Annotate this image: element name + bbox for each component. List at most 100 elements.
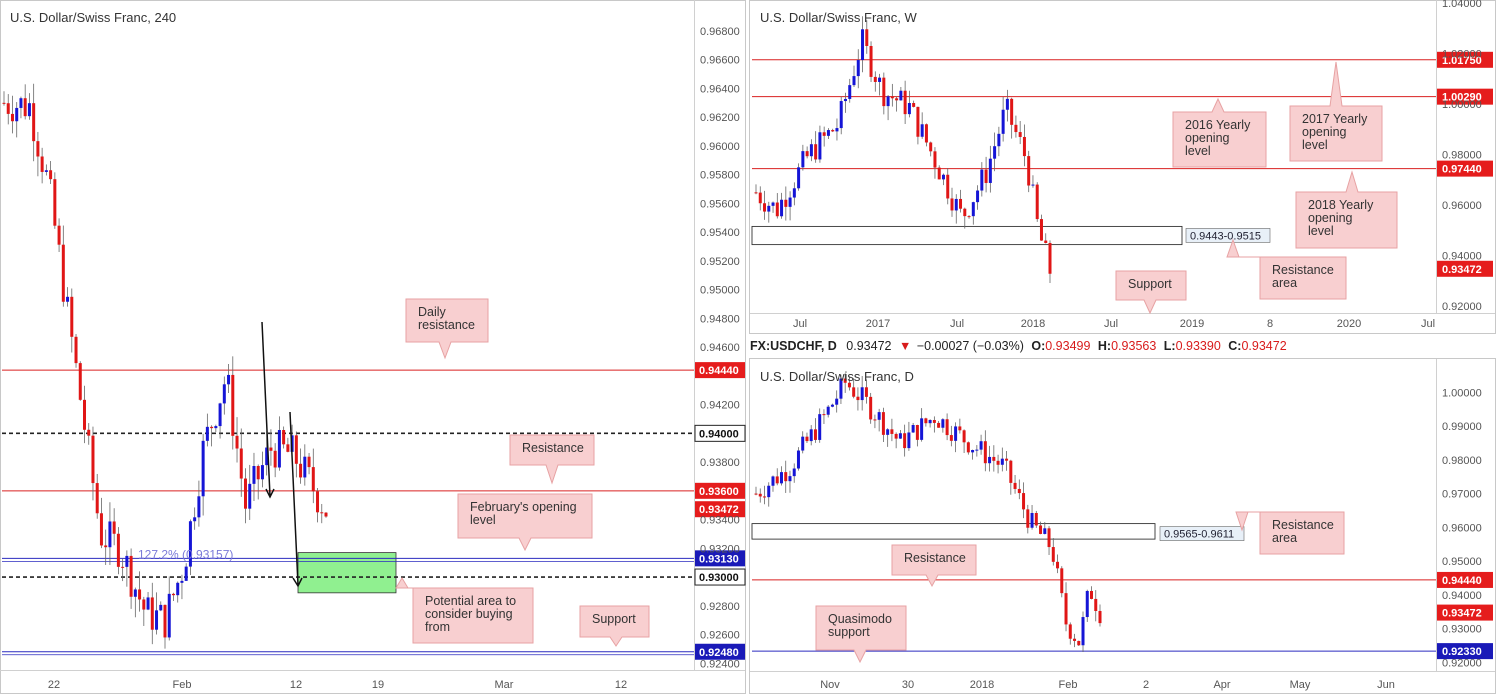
daily-candle — [962, 430, 966, 443]
price-tick-label: 0.92800 — [700, 601, 740, 613]
weekly-candle — [763, 203, 767, 212]
daily-candle — [758, 493, 762, 497]
daily-candle — [1090, 590, 1094, 599]
price-tick-label: 1.00000 — [1442, 387, 1482, 399]
daily-candle — [873, 419, 877, 421]
weekly-candle — [839, 101, 843, 129]
h4-candle — [303, 456, 307, 478]
h4-candle — [32, 103, 36, 142]
h4-candle — [184, 566, 188, 581]
h4-candle — [231, 374, 235, 436]
h4-candle — [214, 426, 218, 429]
time-tick-label: 19 — [372, 679, 384, 691]
daily-candle — [945, 419, 949, 436]
daily-candle — [996, 460, 1000, 465]
price-tag-label: 0.92480 — [699, 647, 739, 659]
price-tag-label: 0.94000 — [699, 428, 739, 440]
price-tick-label: 0.92600 — [700, 630, 740, 642]
daily-candle — [932, 419, 936, 423]
h4-candle — [248, 483, 252, 509]
price-tick-label: 0.96000 — [1442, 200, 1482, 212]
weekly-candle — [916, 106, 920, 137]
ticker-change: −0.00027 (−0.03%) — [917, 339, 1024, 353]
time-tick-label: Feb — [173, 679, 192, 691]
callout-weekly-support: Support — [1128, 277, 1172, 291]
daily-candle — [869, 396, 873, 420]
daily-candle — [886, 429, 890, 435]
weekly-candle — [1048, 242, 1052, 274]
weekly-candle — [1014, 124, 1018, 133]
weekly-candle — [963, 208, 967, 217]
daily-candle — [1043, 528, 1047, 534]
weekly-candle — [792, 188, 796, 198]
time-tick-label: 30 — [902, 679, 914, 691]
weekly-candle — [1022, 136, 1026, 157]
price-tick-label: 0.93400 — [700, 515, 740, 527]
weekly-candle — [988, 158, 992, 183]
h4-candle — [222, 384, 226, 404]
price-tag-label: 0.93000 — [699, 572, 739, 584]
h4-candle — [87, 429, 91, 436]
h4-candle — [193, 517, 197, 522]
weekly-candle — [959, 198, 963, 209]
ticker-open-label: O: — [1031, 339, 1045, 353]
daily-candle — [809, 429, 813, 442]
h4-candle — [286, 444, 290, 452]
daily-candle — [1009, 460, 1013, 483]
daily-candle — [830, 404, 834, 407]
time-tick-label: 12 — [615, 679, 627, 691]
ticker-close-label: C: — [1228, 339, 1241, 353]
weekly-candle — [950, 198, 954, 211]
time-tick-label: Nov — [820, 679, 840, 691]
weekly-candle — [933, 151, 937, 168]
weekly-candle — [865, 29, 869, 47]
price-tick-label: 0.94000 — [1442, 250, 1482, 262]
h4-candle — [121, 566, 125, 568]
h4-candle — [320, 512, 324, 514]
daily-candle — [1056, 561, 1060, 569]
h4-candle — [201, 440, 205, 497]
daily-candle — [941, 419, 945, 428]
price-tick-label: 0.98000 — [1442, 149, 1482, 161]
weekly-candle — [822, 132, 826, 136]
fib-extension-label: 127.2% (0.93157) — [138, 547, 233, 561]
price-tick-label: 0.94800 — [700, 313, 740, 325]
weekly-candle — [997, 133, 1001, 147]
weekly-candle — [984, 169, 988, 183]
daily-candle — [775, 476, 779, 484]
daily-chart-title: U.S. Dollar/Swiss Franc, D — [760, 369, 914, 384]
weekly-candle — [754, 192, 758, 194]
weekly-candle — [843, 98, 847, 102]
h4-candle — [91, 435, 95, 484]
weekly-candle — [1005, 98, 1009, 110]
weekly-candle — [976, 190, 980, 203]
weekly-candle — [899, 90, 903, 101]
h4-candle — [19, 98, 23, 108]
price-tick-label: 1.00000 — [1442, 99, 1482, 111]
h4-candle — [95, 483, 99, 514]
h4-candle — [299, 463, 303, 478]
h4-candle — [6, 103, 10, 114]
weekly-candle — [1018, 132, 1022, 137]
weekly-candle — [903, 90, 907, 115]
ticker-open: 0.93499 — [1045, 339, 1090, 353]
weekly-candle — [895, 98, 899, 101]
h4-candle — [282, 430, 286, 445]
daily-zone-label: 0.9565-0.9611 — [1164, 529, 1234, 541]
daily-candle — [1060, 568, 1064, 594]
h4-candle — [256, 466, 260, 480]
time-tick-label: 8 — [1267, 318, 1273, 330]
daily-candle — [911, 425, 915, 433]
h4-candle — [44, 170, 48, 172]
price-tick-label: 1.02000 — [1442, 48, 1482, 60]
daily-candle — [1047, 528, 1051, 548]
weekly-candle — [937, 167, 941, 180]
ticker-high: 0.93563 — [1111, 339, 1156, 353]
daily-candle — [937, 422, 941, 428]
time-tick-label: 2019 — [1180, 318, 1204, 330]
daily-candle — [975, 449, 979, 451]
weekly-candle — [954, 198, 958, 211]
price-tick-label: 0.95200 — [700, 256, 740, 268]
daily-candle — [1005, 458, 1009, 461]
h4-candle — [294, 435, 298, 464]
